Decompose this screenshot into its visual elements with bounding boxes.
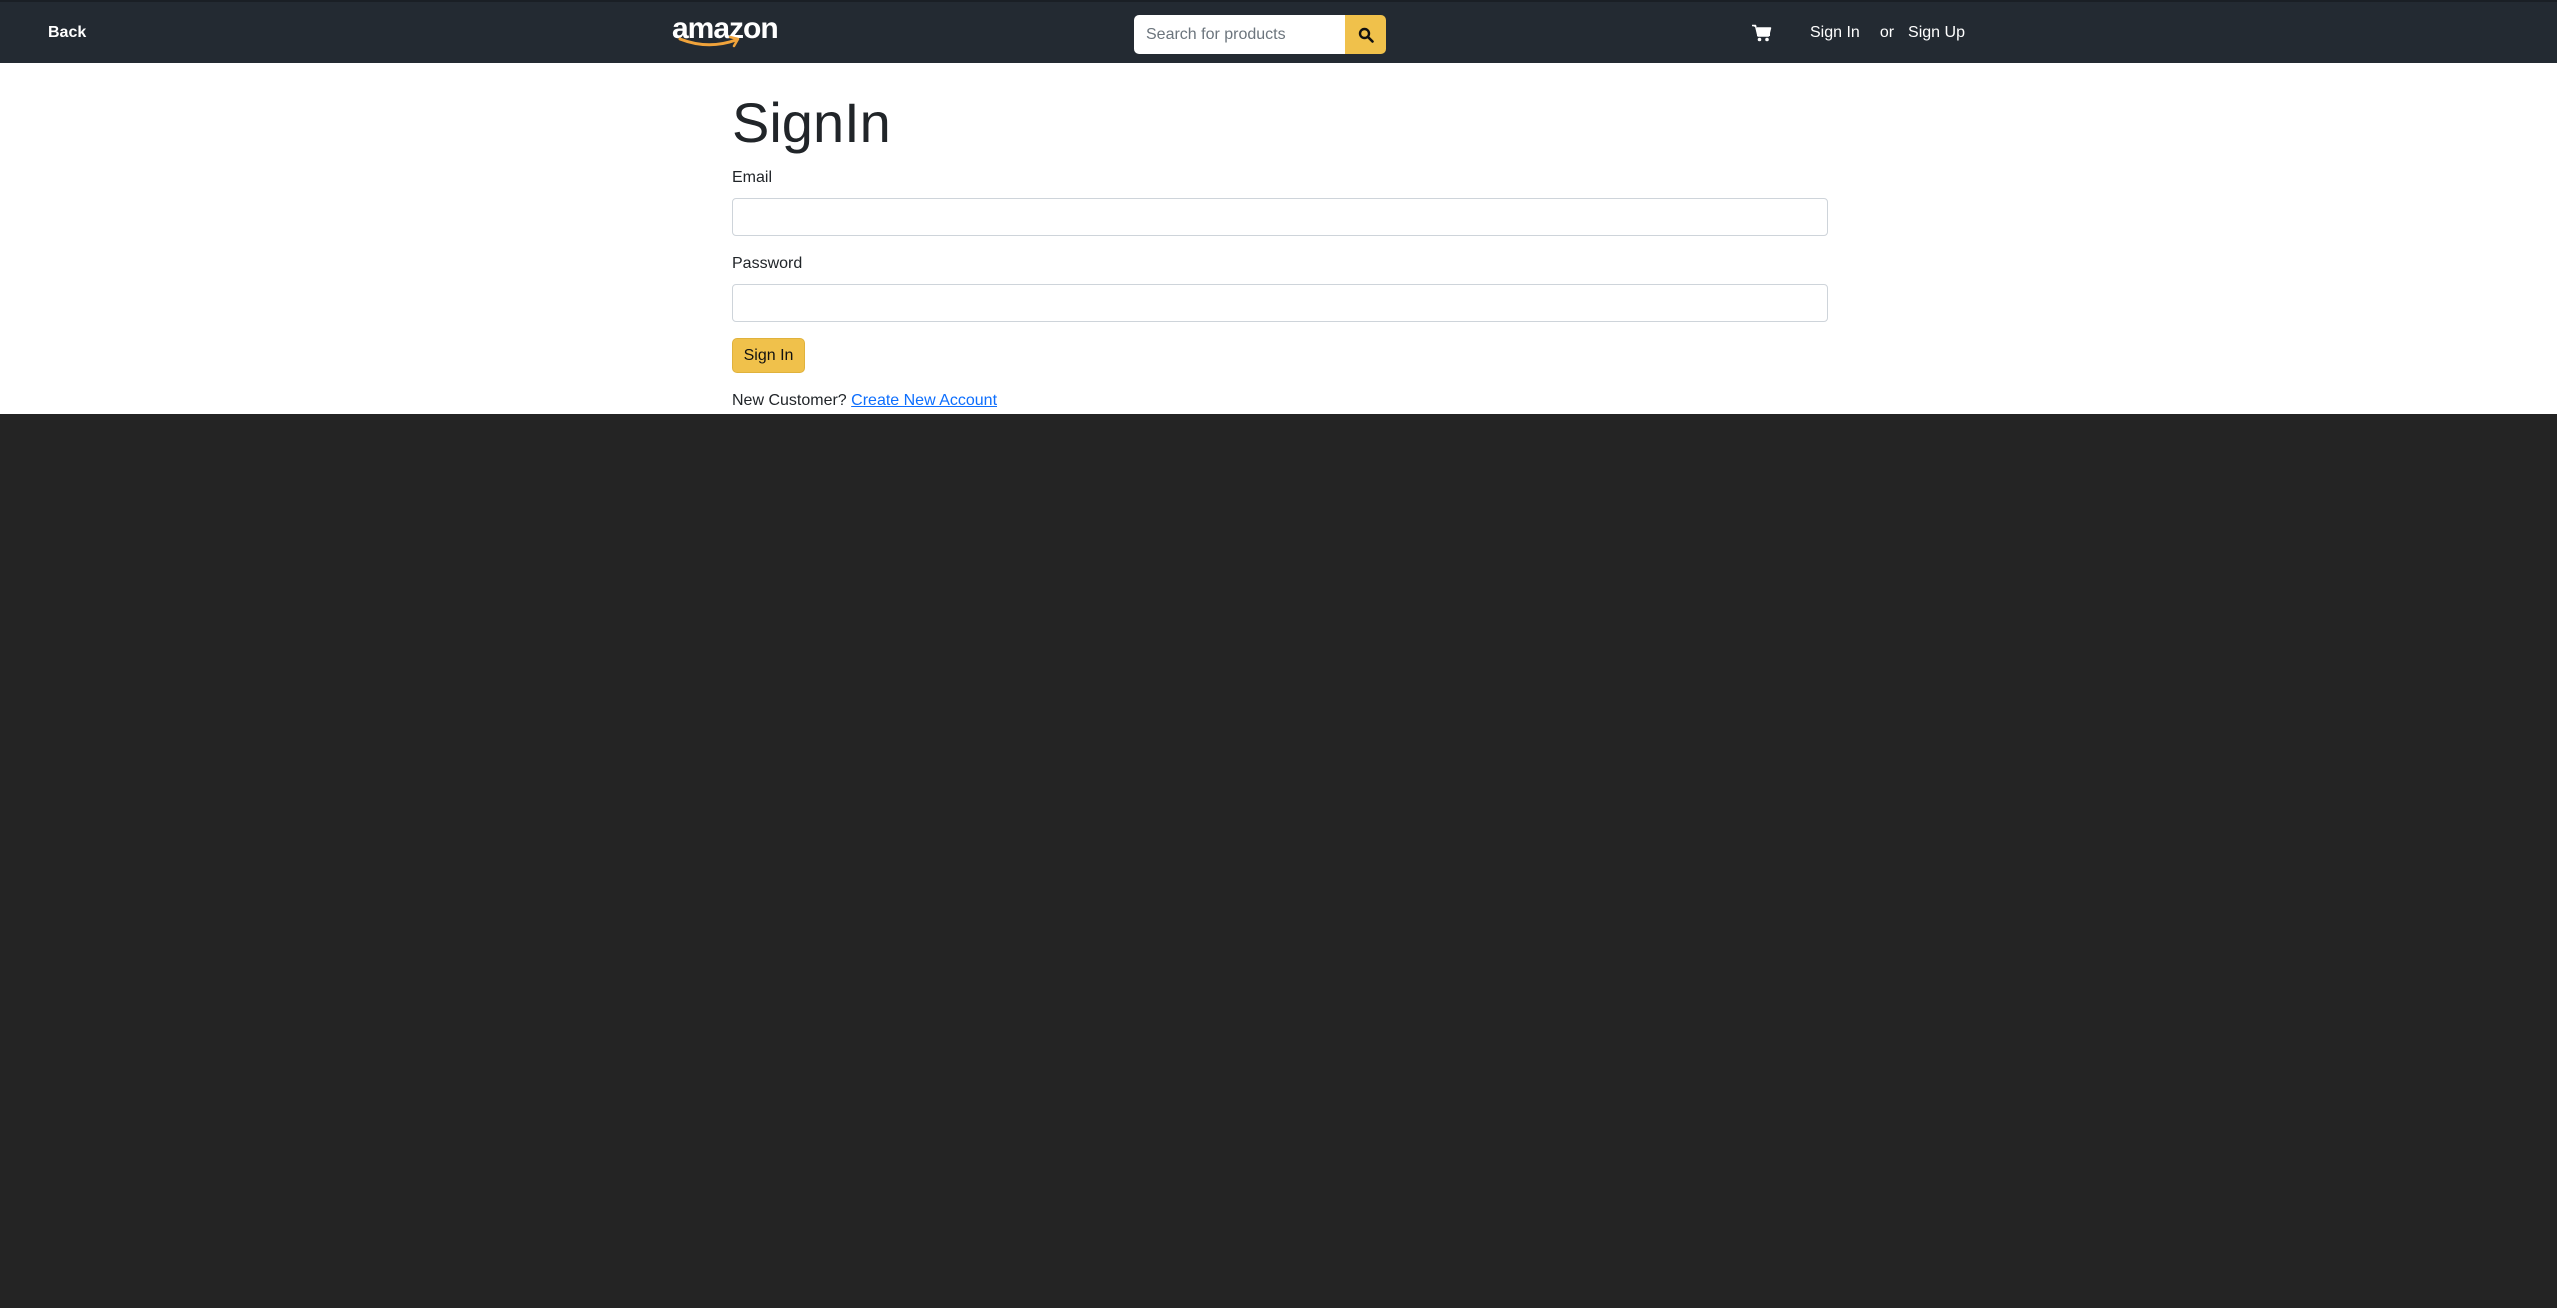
search-bar [1134,15,1386,54]
amazon-logo[interactable]: amazon [672,14,779,54]
password-label: Password [732,255,803,272]
search-icon [1358,27,1374,43]
or-separator: or [1879,24,1895,41]
signin-button[interactable]: Sign In [732,338,805,373]
signup-link[interactable]: Sign Up [1908,24,1965,42]
password-field[interactable] [732,284,1828,322]
email-label: Email [732,169,773,186]
new-customer-text: New Customer? [732,392,847,409]
top-navbar: Back amazon Sign In or Sign Up [0,0,2557,63]
search-input[interactable] [1134,15,1346,54]
back-link[interactable]: Back [48,24,86,42]
new-customer-row: New Customer? Create New Account [732,392,997,410]
auth-links: Sign In or Sign Up [1810,24,1965,42]
search-button[interactable] [1345,15,1386,54]
create-account-link[interactable]: Create New Account [851,392,997,409]
signin-link[interactable]: Sign In [1810,24,1860,42]
cart-icon[interactable] [1752,24,1772,42]
main-content: SignIn Email Password Sign In New Custom… [0,63,2557,414]
email-field[interactable] [732,198,1828,236]
logo-smile-icon [678,36,740,48]
page-title: SignIn [732,91,891,154]
